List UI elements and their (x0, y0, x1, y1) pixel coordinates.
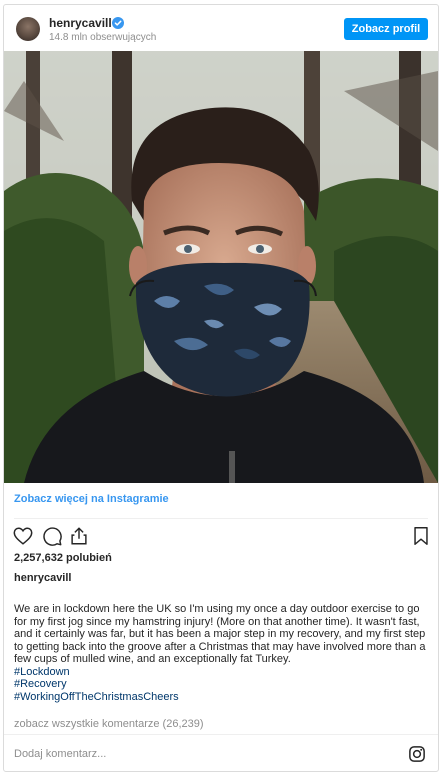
post-header: henrycavill 14.8 mln obserwujących Zobac… (4, 5, 438, 53)
like-count[interactable]: 2,257,632 polubień (14, 552, 112, 564)
hashtag-link[interactable]: #Lockdown (14, 666, 432, 679)
avatar[interactable] (16, 17, 40, 41)
see-more-on-instagram-link[interactable]: Zobacz więcej na Instagramie (14, 493, 169, 505)
instagram-embed-card: henrycavill 14.8 mln obserwujących Zobac… (3, 4, 439, 772)
heart-icon[interactable] (12, 525, 34, 547)
follower-count: 14.8 mln obserwujących (49, 32, 157, 43)
add-comment-input[interactable]: Dodaj komentarz... (14, 748, 106, 760)
hashtag-link[interactable]: #WorkingOffTheChristmasCheers (14, 691, 432, 704)
comment-icon[interactable] (41, 525, 63, 547)
caption-username[interactable]: henrycavill (14, 572, 71, 584)
share-icon[interactable] (68, 525, 90, 547)
post-caption: We are in lockdown here the UK so I'm us… (14, 603, 432, 703)
bookmark-icon[interactable] (410, 525, 432, 547)
hashtag-link[interactable]: #Recovery (14, 678, 432, 691)
view-profile-button[interactable]: Zobacz profil (344, 18, 428, 40)
divider (14, 518, 428, 519)
add-comment-bar: Dodaj komentarz... (4, 734, 438, 771)
verified-badge-icon (112, 17, 124, 29)
caption-text: We are in lockdown here the UK so I'm us… (14, 603, 426, 665)
post-actions (4, 523, 438, 553)
view-all-comments-link[interactable]: zobacz wszystkie komentarze (26,239) (14, 718, 204, 730)
username[interactable]: henrycavill (49, 16, 112, 30)
instagram-icon[interactable] (408, 745, 426, 763)
post-image[interactable] (4, 51, 438, 483)
